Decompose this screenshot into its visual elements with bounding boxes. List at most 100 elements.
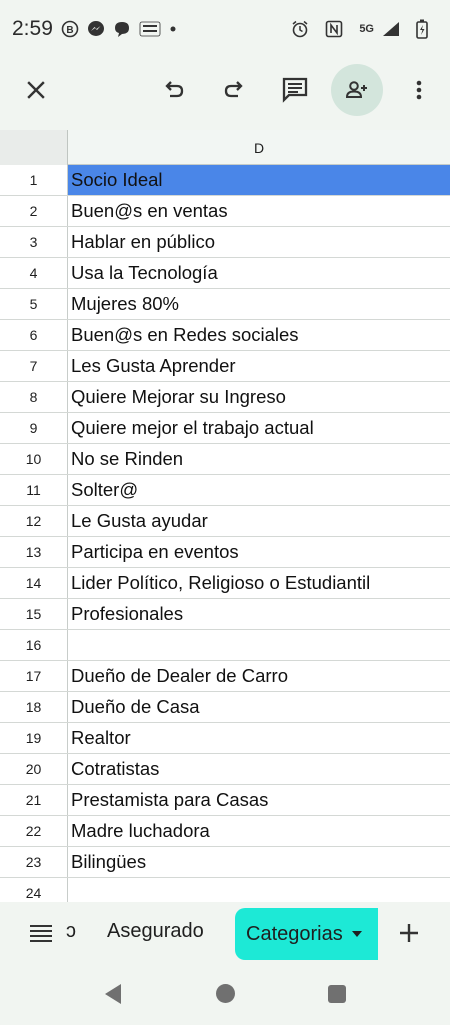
close-button[interactable] bbox=[10, 64, 62, 116]
row-number[interactable]: 20 bbox=[0, 754, 68, 784]
cell[interactable]: Buen@s en Redes sociales bbox=[68, 320, 450, 350]
table-row[interactable]: 23 Bilingües bbox=[0, 847, 450, 878]
table-row[interactable]: 11 Solter@ bbox=[0, 475, 450, 506]
row-number[interactable]: 21 bbox=[0, 785, 68, 815]
table-row[interactable]: 3 Hablar en público bbox=[0, 227, 450, 258]
sheet-tab-partial[interactable]: ɔ bbox=[66, 920, 76, 943]
sheet-tab-categorias[interactable]: Categorias bbox=[235, 908, 378, 960]
row-number[interactable]: 16 bbox=[0, 630, 68, 660]
table-row[interactable]: 21 Prestamista para Casas bbox=[0, 785, 450, 816]
table-row[interactable]: 4 Usa la Tecnología bbox=[0, 258, 450, 289]
table-row[interactable]: 19 Realtor bbox=[0, 723, 450, 754]
alarm-icon bbox=[291, 20, 309, 38]
cell[interactable]: Participa en eventos bbox=[68, 537, 450, 567]
add-sheet-button[interactable] bbox=[392, 916, 426, 950]
spreadsheet-grid[interactable]: D 1 Socio Ideal 2 Buen@s en ventas 3 Hablar e… bbox=[0, 130, 450, 902]
status-time: 2:59 bbox=[12, 17, 53, 40]
redo-button[interactable] bbox=[208, 64, 260, 116]
table-row[interactable]: 6 Buen@s en Redes sociales bbox=[0, 320, 450, 351]
sheet-tab-asegurado[interactable]: Asegurado bbox=[107, 920, 204, 943]
plus-icon bbox=[400, 924, 418, 942]
cell[interactable] bbox=[68, 630, 450, 660]
undo-button[interactable] bbox=[148, 64, 200, 116]
select-all-corner[interactable] bbox=[0, 130, 68, 165]
comment-icon bbox=[282, 77, 308, 103]
row-number[interactable]: 4 bbox=[0, 258, 68, 288]
back-icon[interactable] bbox=[103, 983, 123, 1005]
table-row[interactable]: 13 Participa en eventos bbox=[0, 537, 450, 568]
row-number[interactable]: 1 bbox=[0, 165, 68, 195]
row-number[interactable]: 23 bbox=[0, 847, 68, 877]
table-row[interactable]: 8 Quiere Mejorar su Ingreso bbox=[0, 382, 450, 413]
system-nav-bar bbox=[0, 964, 450, 1025]
cell[interactable]: Madre luchadora bbox=[68, 816, 450, 846]
cell[interactable]: No se Rinden bbox=[68, 444, 450, 474]
row-number[interactable]: 24 bbox=[0, 878, 68, 902]
row-number[interactable]: 22 bbox=[0, 816, 68, 846]
table-row[interactable]: 16 bbox=[0, 630, 450, 661]
more-vert-icon bbox=[416, 80, 422, 100]
row-number[interactable]: 9 bbox=[0, 413, 68, 443]
dropdown-caret-icon bbox=[351, 931, 362, 937]
recent-apps-icon[interactable] bbox=[328, 985, 346, 1003]
messenger-icon bbox=[87, 20, 105, 38]
cell[interactable]: Prestamista para Casas bbox=[68, 785, 450, 815]
table-row[interactable]: 9 Quiere mejor el trabajo actual bbox=[0, 413, 450, 444]
row-number[interactable]: 7 bbox=[0, 351, 68, 381]
row-number[interactable]: 3 bbox=[0, 227, 68, 257]
cell[interactable]: Profesionales bbox=[68, 599, 450, 629]
cell[interactable]: Dueño de Casa bbox=[68, 692, 450, 722]
cell[interactable]: Lider Político, Religioso o Estudiantil bbox=[68, 568, 450, 598]
row-number[interactable]: 12 bbox=[0, 506, 68, 536]
table-row[interactable]: 1 Socio Ideal bbox=[0, 165, 450, 196]
cell[interactable]: Les Gusta Aprender bbox=[68, 351, 450, 381]
table-row[interactable]: 12 Le Gusta ayudar bbox=[0, 506, 450, 537]
column-header-row: D bbox=[0, 130, 450, 165]
table-row[interactable]: 5 Mujeres 80% bbox=[0, 289, 450, 320]
more-options-button[interactable] bbox=[393, 64, 445, 116]
table-row[interactable]: 2 Buen@s en ventas bbox=[0, 196, 450, 227]
table-row[interactable]: 14 Lider Político, Religioso o Estudianti… bbox=[0, 568, 450, 599]
row-number[interactable]: 8 bbox=[0, 382, 68, 412]
row-number[interactable]: 13 bbox=[0, 537, 68, 567]
all-sheets-button[interactable] bbox=[26, 919, 56, 947]
cell[interactable]: Hablar en público bbox=[68, 227, 450, 257]
cell[interactable]: Socio Ideal bbox=[68, 165, 450, 195]
cell[interactable]: Le Gusta ayudar bbox=[68, 506, 450, 536]
cell[interactable]: Buen@s en ventas bbox=[68, 196, 450, 226]
cell[interactable]: Realtor bbox=[68, 723, 450, 753]
row-number[interactable]: 6 bbox=[0, 320, 68, 350]
table-row[interactable]: 7 Les Gusta Aprender bbox=[0, 351, 450, 382]
table-row[interactable]: 15 Profesionales bbox=[0, 599, 450, 630]
table-row[interactable]: 18 Dueño de Casa bbox=[0, 692, 450, 723]
cell[interactable]: Quiere Mejorar su Ingreso bbox=[68, 382, 450, 412]
cell[interactable] bbox=[68, 878, 450, 902]
home-icon[interactable] bbox=[216, 984, 235, 1003]
cell[interactable]: Mujeres 80% bbox=[68, 289, 450, 319]
row-number[interactable]: 15 bbox=[0, 599, 68, 629]
row-number[interactable]: 10 bbox=[0, 444, 68, 474]
undo-icon bbox=[165, 81, 184, 98]
cell[interactable]: Solter@ bbox=[68, 475, 450, 505]
table-row[interactable]: 24 bbox=[0, 878, 450, 902]
cell[interactable]: Bilingües bbox=[68, 847, 450, 877]
row-number[interactable]: 17 bbox=[0, 661, 68, 691]
column-header-d[interactable]: D bbox=[68, 130, 450, 165]
row-number[interactable]: 2 bbox=[0, 196, 68, 226]
table-row[interactable]: 17 Dueño de Dealer de Carro bbox=[0, 661, 450, 692]
row-number[interactable]: 11 bbox=[0, 475, 68, 505]
table-row[interactable]: 20 Cotratistas bbox=[0, 754, 450, 785]
table-row[interactable]: 10 No se Rinden bbox=[0, 444, 450, 475]
cell[interactable]: Usa la Tecnología bbox=[68, 258, 450, 288]
cell[interactable]: Dueño de Dealer de Carro bbox=[68, 661, 450, 691]
share-button[interactable] bbox=[331, 64, 383, 116]
row-number[interactable]: 14 bbox=[0, 568, 68, 598]
row-number[interactable]: 19 bbox=[0, 723, 68, 753]
cell[interactable]: Quiere mejor el trabajo actual bbox=[68, 413, 450, 443]
b-app-icon: B bbox=[61, 20, 79, 38]
comment-button[interactable] bbox=[269, 64, 321, 116]
cell[interactable]: Cotratistas bbox=[68, 754, 450, 784]
row-number[interactable]: 18 bbox=[0, 692, 68, 722]
table-row[interactable]: 22 Madre luchadora bbox=[0, 816, 450, 847]
row-number[interactable]: 5 bbox=[0, 289, 68, 319]
